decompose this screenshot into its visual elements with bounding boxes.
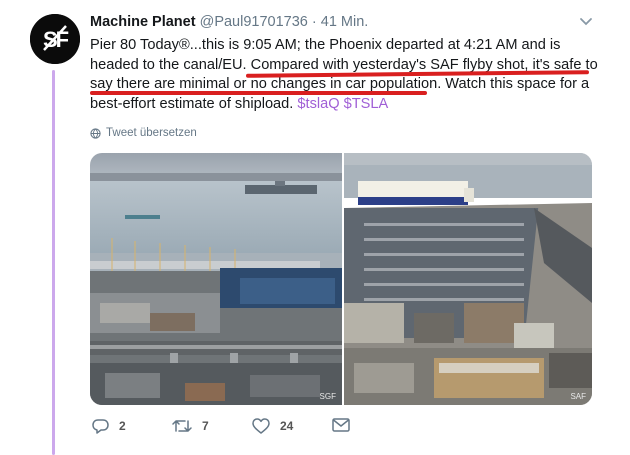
globe-icon [90,127,101,139]
media-grid: SGF SAF [90,153,592,405]
tweet-header: Machine Planet @Paul91701736 · 41 Min. [90,14,368,30]
photo-watermark: SAF [570,392,586,401]
retweet-icon [172,420,192,432]
avatar[interactable]: SF [30,14,80,64]
retweet-button[interactable]: 7 [172,418,209,434]
translate-link[interactable]: Tweet übersetzen [90,127,197,139]
retweet-count: 7 [202,419,209,433]
heart-icon [252,418,270,434]
red-underline [90,91,427,95]
tweet-actions: 2 7 24 [90,418,490,438]
direct-message-button[interactable] [332,418,350,432]
photo-pier[interactable]: SAF [344,153,592,405]
reply-icon [92,419,109,434]
translate-label: Tweet übersetzen [106,127,197,139]
reply-count: 2 [119,419,126,433]
like-count: 24 [280,419,294,433]
author-handle[interactable]: @Paul91701736 [200,14,308,30]
envelope-icon [332,418,350,432]
cashtag-tsla[interactable]: $TSLA [344,96,389,112]
saf-logo: SF [30,14,80,64]
author-name[interactable]: Machine Planet [90,14,196,30]
tweet-time[interactable]: 41 Min. [321,14,369,30]
reply-button[interactable]: 2 [92,418,126,434]
thread-line [52,70,55,455]
photo-harbor[interactable]: SGF [90,153,342,405]
like-button[interactable]: 24 [252,418,293,434]
photo-watermark: SGF [319,392,336,401]
chevron-down-icon[interactable] [578,16,594,28]
cashtag-tslaq[interactable]: $tslaQ [297,96,339,112]
separator: · [311,14,317,30]
